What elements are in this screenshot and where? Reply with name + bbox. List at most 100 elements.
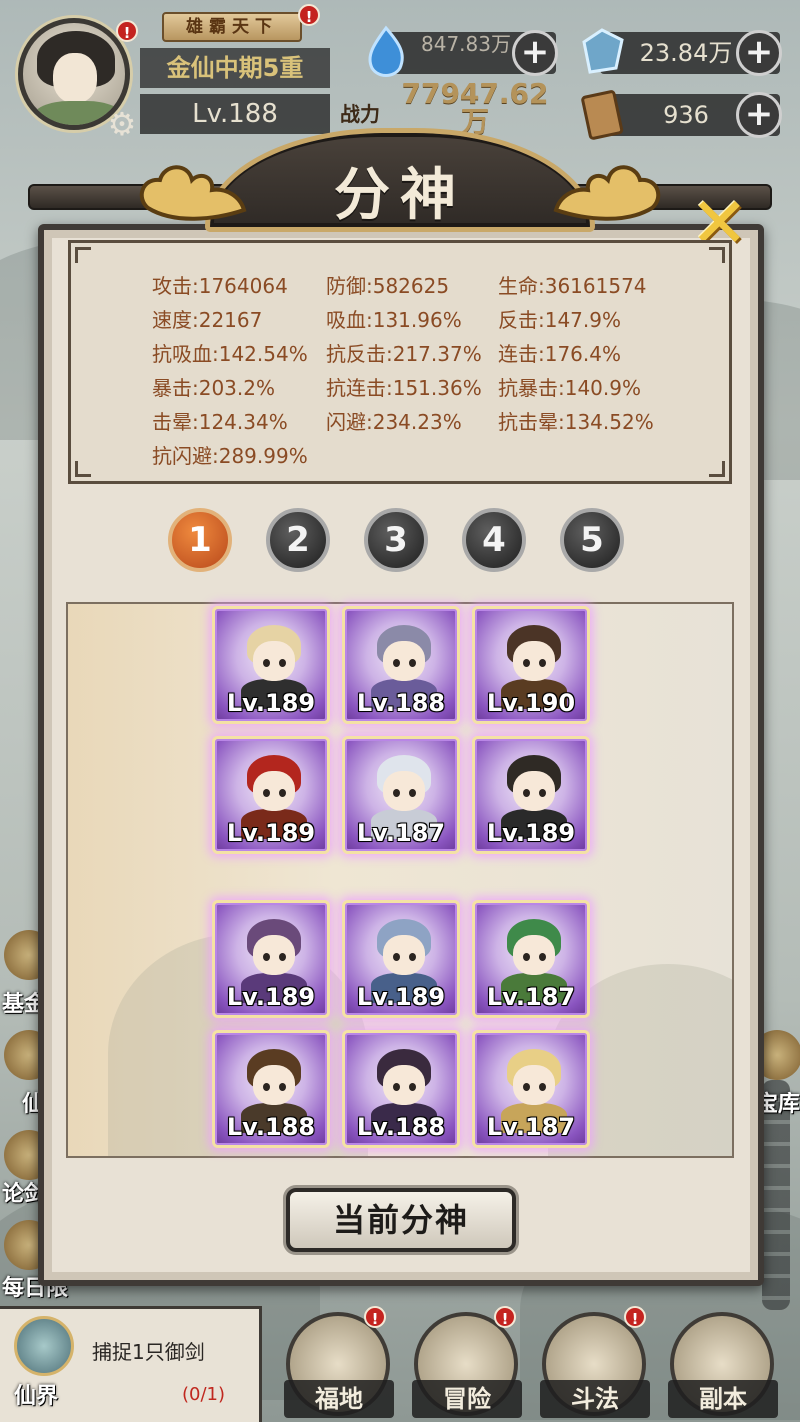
stat-item: 抗闪避:289.99% bbox=[152, 444, 308, 468]
hero-eye bbox=[393, 953, 400, 961]
stat-item: 攻击:1764064 bbox=[152, 274, 288, 298]
tab-4[interactable]: 4 bbox=[462, 508, 526, 572]
hero-portrait-face bbox=[253, 641, 295, 681]
nav-dungeon[interactable]: 副本 bbox=[668, 1380, 778, 1418]
tab-2[interactable]: 2 bbox=[266, 508, 330, 572]
hero-level: Lv.188 bbox=[226, 1113, 316, 1141]
hero-portrait-face bbox=[513, 1065, 555, 1105]
hero-card[interactable]: Lv.188 bbox=[342, 1030, 460, 1148]
scroll-add-button[interactable]: + bbox=[736, 92, 782, 138]
clone-tabs: 1 2 3 4 5 bbox=[0, 508, 800, 572]
stat-item: 抗反击:217.37% bbox=[326, 342, 482, 366]
hero-card[interactable]: Lv.190 bbox=[472, 606, 590, 724]
hero-level: Lv.189 bbox=[486, 819, 576, 847]
hero-eye bbox=[263, 1083, 270, 1091]
jade-value: 23.84万 bbox=[639, 39, 733, 67]
player-title-badge: 雄霸天下 bbox=[162, 12, 302, 42]
hero-level: Lv.187 bbox=[356, 819, 446, 847]
spirit-flame-icon bbox=[368, 25, 404, 77]
hero-level: Lv.189 bbox=[226, 819, 316, 847]
hero-level: Lv.189 bbox=[226, 983, 316, 1011]
hero-eye bbox=[409, 1083, 416, 1091]
hero-card[interactable]: Lv.189 bbox=[342, 900, 460, 1018]
hero-eye bbox=[263, 789, 270, 797]
hero-card[interactable]: Lv.189 bbox=[472, 736, 590, 854]
nav-combat[interactable]: 斗法 bbox=[540, 1380, 650, 1418]
hero-eye bbox=[393, 659, 400, 667]
stat-item: 抗连击:151.36% bbox=[326, 376, 482, 400]
player-level: Lv.188 bbox=[140, 94, 330, 134]
stat-item: 闪避:234.23% bbox=[326, 410, 462, 434]
hero-level: Lv.188 bbox=[356, 689, 446, 717]
hero-card[interactable]: Lv.187 bbox=[472, 900, 590, 1018]
hero-eye bbox=[279, 1083, 286, 1091]
hero-eye bbox=[523, 789, 530, 797]
hero-portrait-face bbox=[383, 935, 425, 975]
jade-crystal-icon bbox=[582, 28, 624, 74]
spirit-resource: 847.83万 + bbox=[368, 25, 558, 77]
hero-card[interactable]: Lv.189 bbox=[212, 736, 330, 854]
hero-eye bbox=[263, 659, 270, 667]
current-clone-button[interactable]: 当前分神 bbox=[286, 1188, 516, 1252]
hero-card[interactable]: Lv.188 bbox=[342, 606, 460, 724]
stat-item: 反击:147.9% bbox=[498, 308, 621, 332]
spirit-add-button[interactable]: + bbox=[512, 30, 558, 76]
modal-title: 分神 bbox=[334, 163, 466, 228]
stat-item: 生命:36161574 bbox=[498, 274, 647, 298]
tab-5[interactable]: 5 bbox=[560, 508, 624, 572]
hero-card[interactable]: Lv.187 bbox=[472, 1030, 590, 1148]
hero-eye bbox=[539, 953, 546, 961]
jade-add-button[interactable]: + bbox=[736, 30, 782, 76]
player-realm: 金仙中期5重 bbox=[140, 48, 330, 88]
tab-1[interactable]: 1 bbox=[168, 508, 232, 572]
stat-item: 吸血:131.96% bbox=[326, 308, 462, 332]
hero-eye bbox=[539, 789, 546, 797]
hero-portrait-face bbox=[253, 935, 295, 975]
hero-card[interactable]: Lv.189 bbox=[212, 900, 330, 1018]
hero-eye bbox=[263, 953, 270, 961]
quest-progress: (0/1) bbox=[182, 1384, 226, 1405]
nav-adventure[interactable]: 冒险 bbox=[412, 1380, 522, 1418]
gear-icon[interactable]: ⚙ bbox=[104, 106, 140, 142]
hero-eye bbox=[539, 1083, 546, 1091]
hero-eye bbox=[393, 789, 400, 797]
nav-alert-3: ! bbox=[624, 1306, 646, 1328]
hero-eye bbox=[279, 953, 286, 961]
hero-eye bbox=[393, 1083, 400, 1091]
immortal-realm-icon[interactable] bbox=[14, 1316, 74, 1376]
tab-3[interactable]: 3 bbox=[364, 508, 428, 572]
hero-portrait-face bbox=[513, 641, 555, 681]
hero-portrait-face bbox=[383, 771, 425, 811]
quest-task: 捕捉1只御剑 bbox=[92, 1340, 205, 1364]
nav-blessed-land[interactable]: 福地 bbox=[284, 1380, 394, 1418]
avatar-alert-badge: ! bbox=[116, 20, 138, 42]
jade-resource: 23.84万 + bbox=[582, 28, 782, 76]
hero-eye bbox=[279, 789, 286, 797]
hero-portrait-face bbox=[513, 771, 555, 811]
hero-portrait-face bbox=[383, 1065, 425, 1105]
scroll-icon bbox=[581, 90, 624, 140]
stat-item: 暴击:203.2% bbox=[152, 376, 275, 400]
hero-eye bbox=[409, 953, 416, 961]
stat-item: 抗暴击:140.9% bbox=[498, 376, 641, 400]
hero-portrait-face bbox=[253, 1065, 295, 1105]
stat-item: 速度:22167 bbox=[152, 308, 263, 332]
hero-portrait-face bbox=[253, 771, 295, 811]
title-alert-badge: ! bbox=[298, 4, 320, 26]
immortal-realm-label[interactable]: 仙界 bbox=[14, 1378, 58, 1410]
hero-eye bbox=[409, 789, 416, 797]
nav-alert-1: ! bbox=[364, 1306, 386, 1328]
nav-alert-2: ! bbox=[494, 1306, 516, 1328]
hero-level: Lv.187 bbox=[486, 1113, 576, 1141]
hero-card[interactable]: Lv.188 bbox=[212, 1030, 330, 1148]
hero-portrait-face bbox=[513, 935, 555, 975]
hero-card[interactable]: Lv.187 bbox=[342, 736, 460, 854]
stat-item: 抗吸血:142.54% bbox=[152, 342, 308, 366]
hero-level: Lv.189 bbox=[356, 983, 446, 1011]
hero-eye bbox=[539, 659, 546, 667]
hero-card[interactable]: Lv.189 bbox=[212, 606, 330, 724]
hero-level: Lv.187 bbox=[486, 983, 576, 1011]
stat-item: 击晕:124.34% bbox=[152, 410, 288, 434]
scroll-resource: 936 + bbox=[581, 90, 782, 140]
hero-level: Lv.190 bbox=[486, 689, 576, 717]
